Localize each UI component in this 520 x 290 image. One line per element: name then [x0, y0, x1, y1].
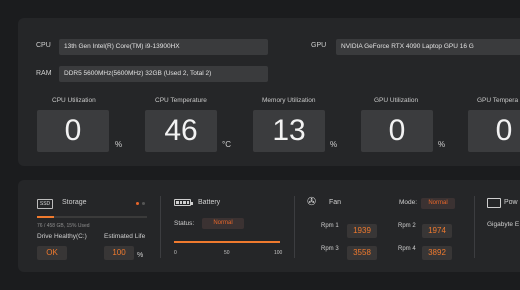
storage-page-dot-inactive[interactable] — [142, 202, 145, 205]
system-info-panel: CPU 13th Gen Intel(R) Core(TM) i9-13900H… — [18, 18, 520, 166]
gpu-utilization-title: GPU Utilization — [374, 97, 419, 104]
ram-value-field: DDR5 5600MHz(5600MHz) 32GB (Used 2, Tota… — [59, 66, 268, 82]
drive-health-label: Drive Healthy(C:) — [37, 233, 87, 240]
estimated-life-unit: % — [137, 252, 144, 259]
battery-scale-min: 0 — [174, 250, 177, 256]
fan-icon: ✇ — [307, 196, 317, 208]
gpu-label: GPU — [311, 42, 327, 49]
rpm3-label: Rpm 3 — [321, 246, 339, 252]
drive-health-value: OK — [37, 246, 67, 260]
cpu-label: CPU — [36, 42, 51, 49]
storage-usage-fill — [37, 216, 54, 218]
cpu-utilization-value: 0 — [37, 110, 109, 152]
rpm4-value: 3892 — [422, 246, 452, 260]
ssd-icon: SSD — [37, 199, 53, 209]
divider — [474, 196, 475, 258]
rpm3-value: 3558 — [347, 246, 377, 260]
battery-status-value: Normal — [202, 218, 244, 229]
battery-level-fill — [174, 241, 280, 243]
storage-usage-text: 76 / 458 GB, 15% Used — [37, 223, 90, 229]
gpu-utilization-unit: % — [438, 140, 446, 149]
battery-scale-mid: 50 — [224, 250, 230, 256]
rpm2-value: 1974 — [422, 224, 452, 238]
battery-icon — [174, 199, 193, 206]
battery-title: Battery — [198, 199, 221, 206]
memory-utilization-unit: % — [330, 140, 338, 149]
gpu-utilization-value: 0 — [361, 110, 433, 152]
battery-scale-max: 100 — [274, 250, 283, 256]
memory-utilization-title: Memory Utilization — [262, 97, 316, 104]
cpu-utilization-title: CPU Utilization — [52, 97, 96, 104]
rpm1-value: 1939 — [347, 224, 377, 238]
cpu-temperature-value: 46 — [145, 110, 217, 152]
power-title: Pow — [504, 199, 518, 206]
cpu-temperature-title: CPU Temperature — [155, 97, 207, 104]
estimated-life-label: Estimated Life — [104, 233, 146, 240]
fan-mode-value[interactable]: Normal — [421, 198, 455, 209]
storage-page-dot-active[interactable] — [136, 202, 139, 205]
power-value: Gigabyte E — [487, 221, 520, 228]
divider — [294, 196, 295, 258]
cpu-utilization-unit: % — [115, 140, 123, 149]
rpm2-label: Rpm 2 — [398, 223, 416, 229]
cpu-value-field: 13th Gen Intel(R) Core(TM) i9-13900HX — [59, 39, 268, 55]
storage-title: Storage — [62, 199, 87, 206]
memory-utilization-value: 13 — [253, 110, 325, 152]
gpu-value-field: NVIDIA GeForce RTX 4090 Laptop GPU 16 G — [336, 39, 520, 55]
divider — [160, 196, 161, 258]
ram-label: RAM — [36, 70, 52, 77]
cpu-temperature-unit: °C — [222, 140, 231, 149]
battery-status-label: Status: — [174, 220, 195, 227]
fan-mode-label: Mode: — [399, 199, 418, 206]
estimated-life-value: 100 — [104, 246, 134, 260]
hardware-status-panel: SSD Storage 76 / 458 GB, 15% Used Drive … — [18, 180, 520, 272]
rpm4-label: Rpm 4 — [398, 246, 416, 252]
gpu-temperature-title: GPU Tempera — [477, 97, 519, 104]
rpm1-label: Rpm 1 — [321, 223, 339, 229]
gpu-temperature-value: 0 — [468, 110, 520, 152]
fan-title: Fan — [329, 199, 342, 206]
power-icon — [487, 198, 501, 208]
